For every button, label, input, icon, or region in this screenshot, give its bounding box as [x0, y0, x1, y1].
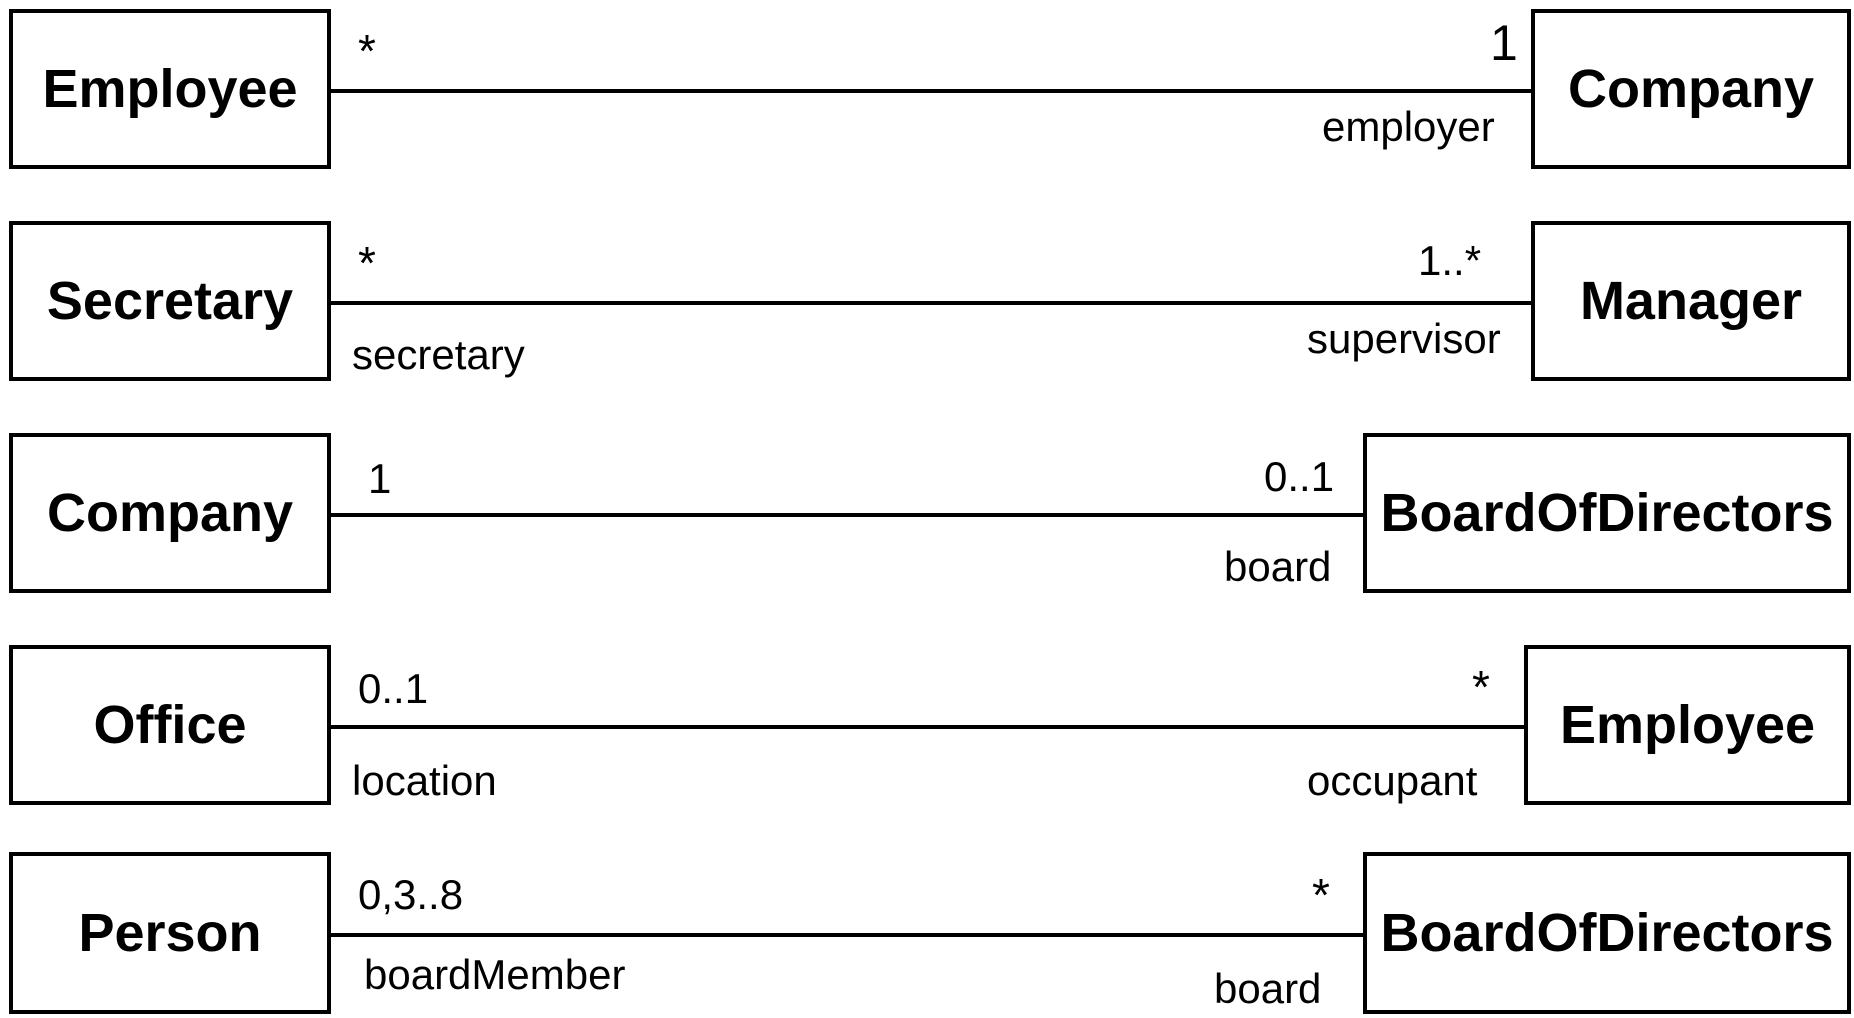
right-multiplicity: 1..* — [1418, 237, 1482, 284]
right-multiplicity: 1 — [1490, 15, 1518, 71]
left-role: boardMember — [364, 951, 626, 998]
association-line — [331, 89, 1534, 93]
right-multiplicity: * — [1312, 869, 1330, 921]
right-role: supervisor — [1307, 315, 1501, 362]
left-multiplicity: * — [358, 25, 376, 77]
class-box-left: Company — [9, 433, 331, 593]
class-box-left: Secretary — [9, 221, 331, 381]
right-role: board — [1214, 965, 1322, 1012]
class-box-right: Company — [1531, 9, 1851, 169]
right-role: employer — [1322, 103, 1495, 150]
class-box-left: Employee — [9, 9, 331, 169]
class-box-left: Person — [9, 852, 331, 1014]
class-box-right: BoardOfDirectors — [1363, 433, 1851, 593]
association-line — [331, 301, 1534, 305]
class-box-right: Manager — [1531, 221, 1851, 381]
association-line — [331, 725, 1527, 729]
right-multiplicity: 0..1 — [1264, 453, 1335, 500]
association-line — [331, 513, 1366, 517]
class-box-right: BoardOfDirectors — [1363, 852, 1851, 1014]
left-multiplicity: 0..1 — [358, 665, 429, 712]
left-multiplicity: 1 — [368, 455, 392, 502]
right-multiplicity: * — [1472, 661, 1490, 713]
right-role: occupant — [1307, 757, 1478, 804]
class-box-left: Office — [9, 645, 331, 805]
left-multiplicity: 0,3..8 — [358, 871, 464, 918]
right-role: board — [1224, 543, 1332, 590]
left-multiplicity: * — [358, 237, 376, 289]
left-role: secretary — [352, 331, 525, 378]
class-box-right: Employee — [1524, 645, 1851, 805]
association-line — [331, 933, 1366, 937]
left-role: location — [352, 757, 497, 804]
